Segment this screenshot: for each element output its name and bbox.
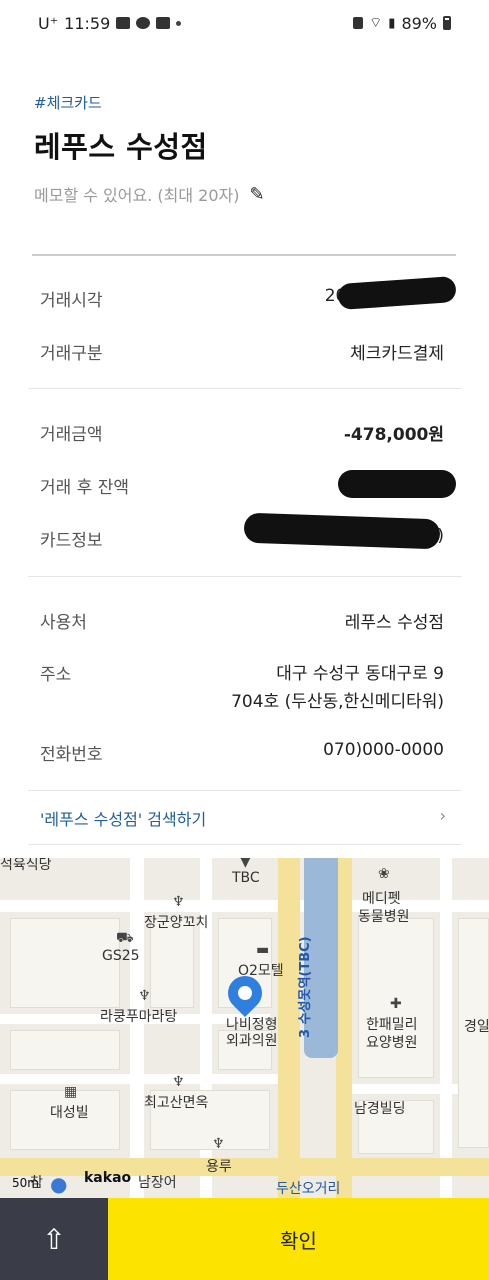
divider — [28, 790, 462, 791]
row-label: 거래시각 — [40, 291, 103, 311]
row-value: 레푸스 수성점 — [344, 613, 444, 633]
bed-icon: ▬ — [256, 942, 270, 958]
row-transaction-type: 거래구분 체크카드결제 — [40, 339, 444, 364]
search-merchant-link[interactable]: '레푸스 수성점' 검색하기 › — [40, 806, 446, 830]
map-scale: 50m — [12, 1176, 39, 1190]
memo-placeholder: 메모할 수 있어요. (최대 20자) — [34, 186, 240, 205]
row-value: 대구 수성구 동대구로 9 704호 (두산동,한신메디타워) — [231, 660, 444, 716]
map-label: 외과의원 — [226, 1033, 278, 1049]
row-label: 거래금액 — [40, 425, 103, 445]
chevron-right-icon: › — [439, 806, 446, 825]
map-label: 최고산면옥 — [144, 1095, 209, 1111]
row-label: 사용처 — [40, 613, 87, 633]
memo-field[interactable]: 메모할 수 있어요. (최대 20자) ✎ — [34, 182, 265, 206]
card-type-tag: #체크카드 — [34, 94, 102, 112]
map-label: 석육식당 — [0, 858, 52, 873]
row-value: 070)000-0000 — [323, 740, 444, 760]
row-label: 거래구분 — [40, 344, 103, 364]
divider — [32, 254, 456, 256]
map-road — [0, 900, 489, 912]
share-button[interactable]: ⇧ — [0, 1198, 108, 1280]
status-bar: U⁺ 11:59 ⌔ ▮ 89% — [0, 0, 489, 46]
divider — [28, 576, 462, 577]
redaction-scribble — [338, 470, 456, 498]
map-main-road — [0, 1158, 489, 1176]
map-label: 남경빌딩 — [354, 1101, 406, 1117]
location-pin-icon[interactable] — [220, 968, 270, 1020]
map-main-road — [336, 858, 352, 1198]
map-block — [10, 1030, 120, 1070]
restaurant-icon: ♆ — [212, 1136, 225, 1152]
map-label: 용루 — [206, 1159, 232, 1175]
wifi-icon: ⌔ — [369, 15, 383, 31]
address-line-2: 704호 (두산동,한신메디타워) — [231, 692, 444, 712]
gallery-icon — [116, 17, 131, 29]
store-icon: ⛟ — [116, 930, 134, 946]
bottom-bar: ⇧ 확인 — [0, 1198, 489, 1280]
map-label: TBC — [232, 870, 260, 886]
divider — [28, 388, 462, 389]
map-label: 장군양꼬치 — [144, 915, 209, 931]
battery-level: 89% — [401, 13, 437, 33]
map-label-station: 3 수성못역(TBC) — [298, 936, 313, 1038]
map-view[interactable]: ▼ 석육식당 TBC ❀ 메디펫 동물병원 ♆ 장군양꼬치 ⛟ GS25 ▬ O… — [0, 858, 489, 1198]
search-link-label: '레푸스 수성점' 검색하기 — [40, 810, 207, 829]
restaurant-icon: ♆ — [172, 894, 185, 910]
row-amount: 거래금액 -478,000원 — [40, 420, 444, 445]
row-value: -478,000원 — [343, 425, 444, 445]
kakao-logo: kakao — [84, 1170, 132, 1186]
building-icon: ▦ — [64, 1084, 78, 1100]
signal-icon: ▮ — [388, 15, 396, 31]
lock-icon — [353, 17, 364, 29]
map-label: 요양병원 — [366, 1035, 418, 1051]
row-value: 체크카드결제 — [350, 344, 444, 364]
restaurant-icon: ♆ — [138, 988, 151, 1004]
talk-icon — [136, 17, 151, 29]
confirm-button[interactable]: 확인 — [108, 1198, 489, 1280]
merchant-title: 레푸스 수성점 — [34, 130, 208, 164]
row-label: 주소 — [40, 665, 72, 685]
battery-icon — [443, 16, 451, 30]
restaurant-icon: ♆ — [172, 1074, 185, 1090]
map-label: 대성빌 — [50, 1105, 89, 1121]
row-label: 거래 후 잔액 — [40, 478, 130, 498]
carrier-label: U⁺ — [38, 13, 59, 33]
row-label: 카드정보 — [40, 531, 103, 551]
map-label: 라쿵푸마라탕 — [100, 1009, 178, 1025]
more-notifications-icon — [176, 20, 182, 26]
row-phone: 전화번호 070)000-0000 — [40, 740, 444, 765]
clock: 11:59 — [64, 13, 111, 33]
paw-icon: ❀ — [378, 866, 390, 882]
share-icon: ⇧ — [42, 1222, 66, 1256]
map-poi-icon: ▼ — [240, 858, 251, 870]
map-label: GS25 — [102, 948, 140, 964]
row-address: 주소 대구 수성구 동대구로 9 704호 (두산동,한신메디타워) — [40, 660, 444, 716]
map-label: 한패밀리 — [366, 1017, 418, 1033]
map-label: 메디펫 — [362, 891, 401, 907]
map-label: 동물병원 — [358, 909, 410, 925]
bus-stop-icon[interactable]: ● — [50, 1172, 67, 1196]
map-road — [130, 858, 144, 1198]
divider — [28, 844, 462, 845]
address-line-1: 대구 수성구 동대구로 9 — [276, 664, 444, 684]
row-label: 전화번호 — [40, 745, 103, 765]
map-road — [0, 1074, 290, 1084]
map-label: 남장어 — [138, 1175, 177, 1191]
map-label: 두산오거리 — [276, 1181, 341, 1197]
hospital-icon: ✚ — [390, 996, 402, 1012]
pencil-icon[interactable]: ✎ — [249, 184, 264, 205]
youtube-icon — [156, 17, 171, 29]
row-merchant: 사용처 레푸스 수성점 — [40, 608, 444, 633]
map-road — [440, 858, 452, 1198]
map-label: 경일 — [464, 1019, 489, 1035]
